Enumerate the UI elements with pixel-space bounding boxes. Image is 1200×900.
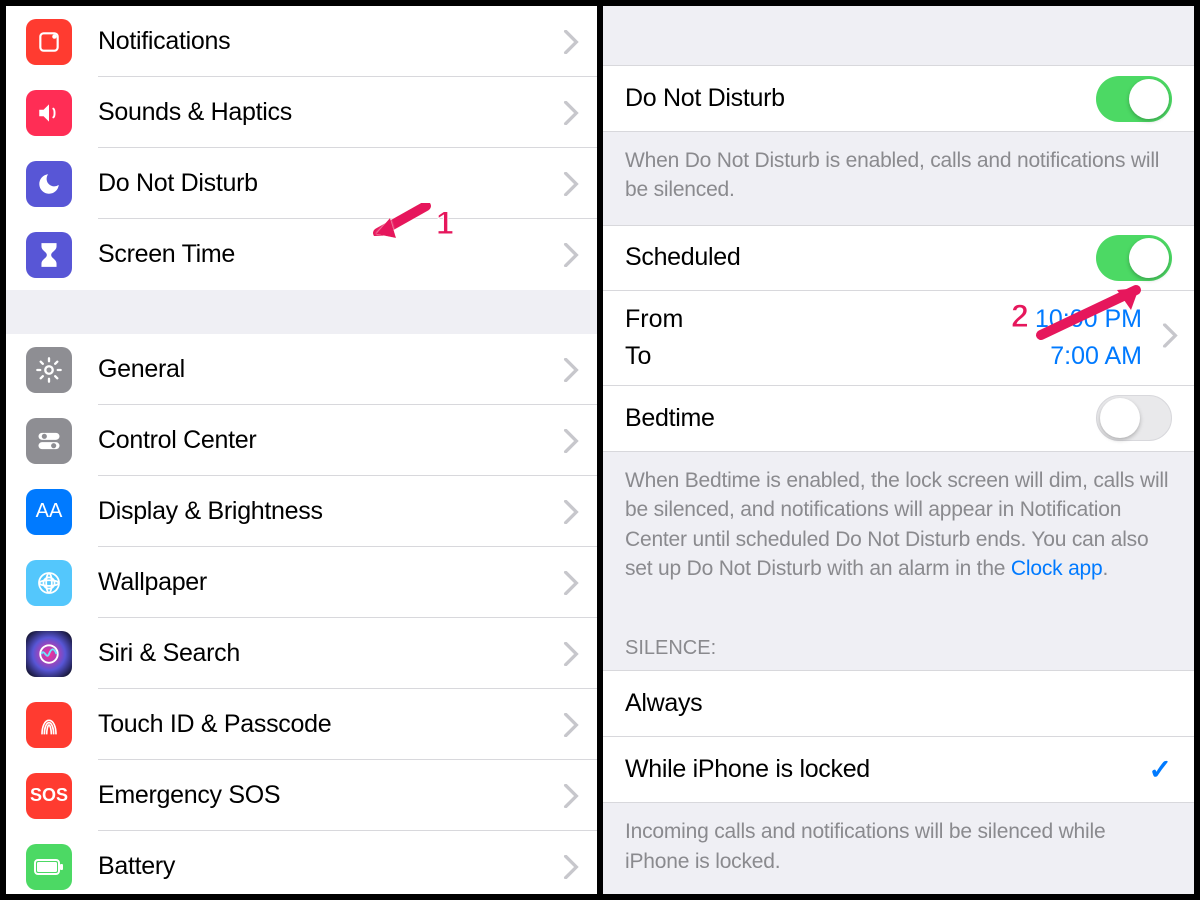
silence-section-header: SILENCE: xyxy=(603,603,1194,671)
schedule-time-row[interactable]: From 10:00 PM To 7:00 AM xyxy=(603,291,1194,386)
silence-locked-row[interactable]: While iPhone is locked ✓ xyxy=(603,737,1194,803)
row-label: Scheduled xyxy=(625,243,1096,272)
touchid-icon xyxy=(26,702,72,748)
settings-row-label: Battery xyxy=(98,852,563,881)
to-label: To xyxy=(625,342,651,371)
scheduled-toggle-row[interactable]: Scheduled xyxy=(603,225,1194,291)
bedtime-footer-text: When Bedtime is enabled, the lock screen… xyxy=(603,452,1194,604)
detail-header-spacer xyxy=(603,6,1194,66)
settings-row-notifications[interactable]: Notifications xyxy=(6,6,597,77)
chevron-right-icon xyxy=(563,713,579,737)
chevron-right-icon xyxy=(563,358,579,382)
settings-row-label: Emergency SOS xyxy=(98,781,563,810)
settings-row-label: General xyxy=(98,355,563,384)
row-label: Always xyxy=(625,689,1172,718)
to-value: 7:00 AM xyxy=(1050,342,1142,371)
settings-row-battery[interactable]: Battery xyxy=(6,831,597,894)
from-label: From xyxy=(625,305,683,334)
sounds-icon xyxy=(26,90,72,136)
chevron-right-icon xyxy=(563,784,579,808)
settings-row-label: Sounds & Haptics xyxy=(98,98,563,127)
settings-row-sos[interactable]: SOS Emergency SOS xyxy=(6,760,597,831)
settings-row-label: Display & Brightness xyxy=(98,497,563,526)
settings-row-display[interactable]: AA Display & Brightness xyxy=(6,476,597,547)
dnd-icon xyxy=(26,161,72,207)
chevron-right-icon xyxy=(1162,323,1178,352)
row-label: Bedtime xyxy=(625,404,1096,433)
chevron-right-icon xyxy=(563,243,579,267)
sos-icon: SOS xyxy=(26,773,72,819)
row-label: Do Not Disturb xyxy=(625,84,1096,113)
settings-row-general[interactable]: General xyxy=(6,334,597,405)
settings-row-label: Notifications xyxy=(98,27,563,56)
bedtime-footer-post: . xyxy=(1103,557,1109,580)
silence-always-row[interactable]: Always xyxy=(603,671,1194,737)
chevron-right-icon xyxy=(563,642,579,666)
chevron-right-icon xyxy=(563,172,579,196)
settings-row-touchid[interactable]: Touch ID & Passcode xyxy=(6,689,597,760)
notifications-icon xyxy=(26,19,72,65)
settings-row-label: Control Center xyxy=(98,426,563,455)
settings-group-1: Notifications Sounds & Haptics Do Not Di… xyxy=(6,6,597,290)
settings-group-2: General Control Center AA Display & Brig… xyxy=(6,334,597,894)
dnd-toggle-row[interactable]: Do Not Disturb xyxy=(603,66,1194,132)
settings-row-label: Wallpaper xyxy=(98,568,563,597)
chevron-right-icon xyxy=(563,571,579,595)
checkmark-icon: ✓ xyxy=(1149,753,1172,786)
scheduled-toggle[interactable] xyxy=(1096,235,1172,281)
wallpaper-icon xyxy=(26,560,72,606)
general-icon xyxy=(26,347,72,393)
settings-row-screentime[interactable]: Screen Time xyxy=(6,219,597,290)
battery-icon xyxy=(26,844,72,890)
settings-row-label: Screen Time xyxy=(98,240,563,269)
group-divider xyxy=(6,290,597,334)
silence-footer-text: Incoming calls and notifications will be… xyxy=(603,803,1194,894)
dnd-detail-pane: Do Not Disturb When Do Not Disturb is en… xyxy=(600,6,1194,894)
settings-row-siri[interactable]: Siri & Search xyxy=(6,618,597,689)
settings-row-controlcenter[interactable]: Control Center xyxy=(6,405,597,476)
bedtime-toggle[interactable] xyxy=(1096,395,1172,441)
settings-row-sounds[interactable]: Sounds & Haptics xyxy=(6,77,597,148)
bedtime-toggle-row[interactable]: Bedtime xyxy=(603,386,1194,452)
settings-list-pane: Notifications Sounds & Haptics Do Not Di… xyxy=(6,6,600,894)
chevron-right-icon xyxy=(563,500,579,524)
row-label: While iPhone is locked xyxy=(625,755,1149,784)
settings-row-label: Do Not Disturb xyxy=(98,169,563,198)
settings-row-label: Touch ID & Passcode xyxy=(98,710,563,739)
display-icon: AA xyxy=(26,489,72,535)
settings-row-wallpaper[interactable]: Wallpaper xyxy=(6,547,597,618)
chevron-right-icon xyxy=(563,30,579,54)
clock-app-link[interactable]: Clock app xyxy=(1011,557,1103,580)
chevron-right-icon xyxy=(563,855,579,879)
settings-row-label: Siri & Search xyxy=(98,639,563,668)
from-value: 10:00 PM xyxy=(1035,305,1142,334)
settings-row-dnd[interactable]: Do Not Disturb xyxy=(6,148,597,219)
chevron-right-icon xyxy=(563,101,579,125)
dnd-footer-text: When Do Not Disturb is enabled, calls an… xyxy=(603,132,1194,225)
chevron-right-icon xyxy=(563,429,579,453)
siri-icon xyxy=(26,631,72,677)
dnd-toggle[interactable] xyxy=(1096,76,1172,122)
controlcenter-icon xyxy=(26,418,72,464)
screentime-icon xyxy=(26,232,72,278)
